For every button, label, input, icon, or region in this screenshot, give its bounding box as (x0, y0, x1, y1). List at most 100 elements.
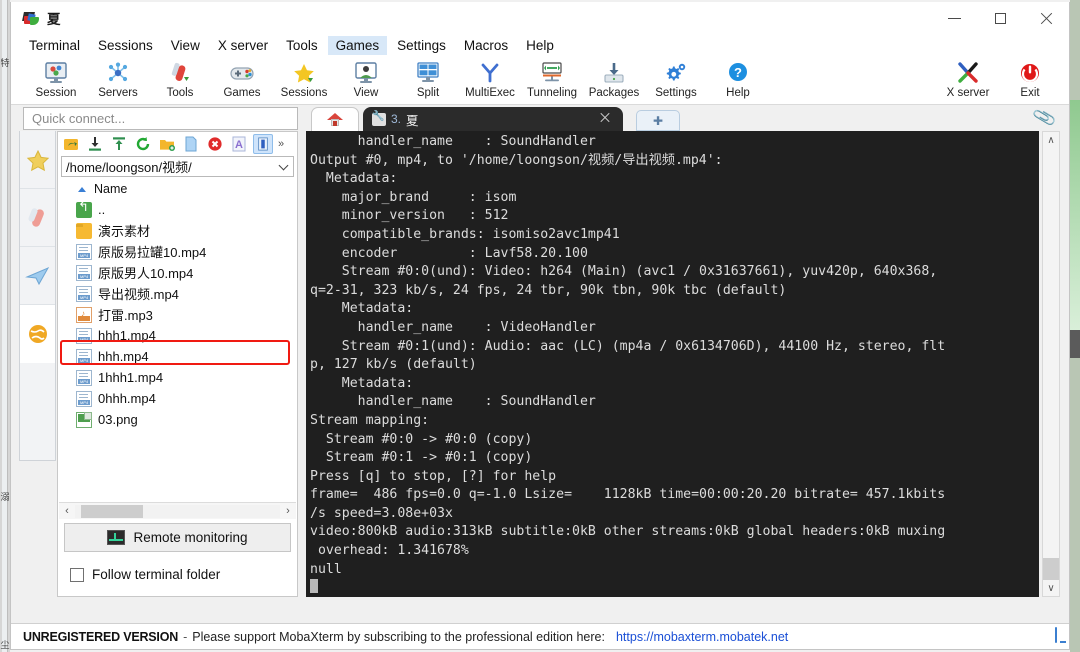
terminal-tab-active[interactable]: 3. 夏 (363, 107, 623, 131)
globe-icon (28, 325, 47, 343)
toolbar-label-view: View (353, 87, 379, 99)
new-folder-icon[interactable] (157, 134, 177, 154)
home-tab[interactable] (311, 107, 359, 131)
list-item[interactable]: ♪ 打雷.mp3 (70, 304, 297, 325)
upload-icon[interactable] (109, 134, 129, 154)
list-item[interactable]: MP4 0hhh.mp4 (70, 388, 297, 409)
file-browser-column-header[interactable]: Name (58, 179, 297, 199)
maximize-button[interactable] (977, 2, 1023, 34)
file-name: hhh.mp4 (98, 349, 149, 364)
terminal-text: handler_name : SoundHandler Output #0, m… (310, 134, 946, 577)
refresh-icon[interactable] (133, 134, 153, 154)
toolbar-button-settings[interactable]: Settings (645, 57, 707, 99)
desktop-right-dark-band (1070, 330, 1080, 358)
monitor-icon[interactable] (1055, 627, 1057, 643)
tab-close-icon[interactable] (599, 112, 611, 124)
paperclip-icon[interactable]: 📎 (1031, 105, 1057, 131)
scroll-right-button[interactable]: › (280, 505, 296, 517)
left-rail (19, 131, 56, 461)
scroll-thumb[interactable] (81, 504, 143, 518)
terminal-scrollbar[interactable]: ∧ ∨ (1042, 131, 1060, 597)
delete-icon[interactable] (205, 134, 225, 154)
list-item[interactable]: 演示素材 (70, 220, 297, 241)
tools-icon (168, 60, 192, 86)
file-browser-more-button[interactable]: » (278, 138, 284, 150)
desktop-right-gradient (1070, 100, 1080, 330)
toolbar-label-games: Games (223, 87, 261, 99)
menu-item-games[interactable]: Games (327, 36, 388, 55)
mp4-file-icon: MP4 (76, 285, 92, 302)
new-file-icon[interactable] (181, 134, 201, 154)
tunneling-icon (540, 60, 564, 86)
toolbar-button-exit[interactable]: Exit (999, 57, 1061, 99)
list-item[interactable]: MP4 hhh1.mp4 (70, 325, 297, 346)
rail-item-globe[interactable] (20, 305, 55, 363)
minimize-icon (947, 17, 961, 19)
rail-item-sessions[interactable] (20, 131, 55, 189)
menu-item-x-server[interactable]: X server (210, 36, 276, 55)
remote-monitoring-icon (107, 530, 126, 545)
close-button[interactable] (1023, 2, 1069, 34)
list-item-selected[interactable]: MP4 导出视频.mp4 (70, 283, 297, 304)
star-icon (292, 60, 316, 86)
column-header-name: Name (94, 182, 128, 196)
list-item[interactable]: .. (70, 199, 297, 220)
title-bar: 夏 (11, 2, 1069, 34)
follow-terminal-folder-row[interactable]: Follow terminal folder (70, 567, 220, 582)
toolbar-button-multiexec[interactable]: MultiExec (459, 57, 521, 99)
rail-item-macros[interactable] (20, 247, 55, 305)
new-tab-button[interactable]: ✚ (636, 110, 680, 131)
toolbar-button-help[interactable]: ? Help (707, 57, 769, 99)
download-icon[interactable] (85, 134, 105, 154)
file-browser-list[interactable]: .. 演示素材 MP4 原版易拉罐10.mp4 MP4 原版男人10.mp4 (58, 199, 297, 499)
rail-item-tools[interactable] (20, 189, 55, 247)
toolbar-button-x-server[interactable]: X server (937, 57, 999, 99)
terminal-output[interactable]: handler_name : SoundHandler Output #0, m… (306, 131, 1039, 597)
file-browser-path-dropdown[interactable]: /home/loongson/视频/ (61, 156, 294, 177)
minimize-button[interactable] (931, 2, 977, 34)
scroll-up-button[interactable]: ∧ (1043, 132, 1059, 148)
follow-terminal-folder-checkbox[interactable] (70, 567, 84, 582)
scroll-down-button[interactable]: ∨ (1043, 580, 1059, 596)
toolbar-button-tools[interactable]: Tools (149, 57, 211, 99)
file-browser-horizontal-scrollbar[interactable]: ‹ › (59, 502, 296, 519)
menu-item-sessions[interactable]: Sessions (90, 36, 161, 55)
menu-item-help[interactable]: Help (518, 36, 562, 55)
list-item[interactable]: 03.png (70, 409, 297, 430)
toolbar-button-packages[interactable]: Packages (583, 57, 645, 99)
menu-item-macros[interactable]: Macros (456, 36, 516, 55)
mobaxterm-link[interactable]: https://mobaxterm.mobatek.net (616, 630, 788, 644)
scroll-thumb[interactable] (1043, 558, 1059, 580)
toolbar-button-split[interactable]: Split (397, 57, 459, 99)
menu-item-tools[interactable]: Tools (278, 36, 326, 55)
menu-item-terminal[interactable]: Terminal (21, 36, 88, 55)
remote-monitoring-button[interactable]: Remote monitoring (64, 523, 291, 552)
scroll-left-button[interactable]: ‹ (59, 505, 75, 517)
toolbar-button-servers[interactable]: Servers (87, 57, 149, 99)
text-mode-icon[interactable]: A (229, 134, 249, 154)
file-browser-panel: A » /home/loongson/视频/ Name ↰ .. 演示素材 MP… (57, 131, 298, 597)
toolbar-button-session[interactable]: Session (25, 57, 87, 99)
menu-item-view[interactable]: View (163, 36, 208, 55)
list-item[interactable]: MP4 原版男人10.mp4 (70, 262, 297, 283)
toolbar-button-view[interactable]: View (335, 57, 397, 99)
list-item[interactable]: MP4 1hhh1.mp4 (70, 367, 297, 388)
toolbar-label-sessions: Sessions (280, 87, 328, 99)
list-item[interactable]: MP4 hhh.mp4 (70, 346, 297, 367)
toolbar-button-sessions[interactable]: Sessions (273, 57, 335, 99)
status-bar: UNREGISTERED VERSION - Please support Mo… (11, 623, 1069, 649)
toolbar-button-games[interactable]: Games (211, 57, 273, 99)
list-item[interactable]: MP4 原版易拉罐10.mp4 (70, 241, 297, 262)
binary-mode-icon[interactable] (253, 134, 273, 154)
go-up-icon[interactable] (61, 134, 81, 154)
quick-connect-input[interactable]: Quick connect... (23, 107, 298, 130)
toolbar-label-multiexec: MultiExec (465, 87, 515, 99)
menu-item-settings[interactable]: Settings (389, 36, 454, 55)
file-browser-toolbar: A » (58, 132, 297, 156)
split-icon (416, 60, 440, 86)
gear-icon (664, 60, 688, 86)
menu-bar: Terminal Sessions View X server Tools Ga… (11, 34, 1069, 57)
scroll-track[interactable] (75, 504, 280, 518)
toolbar-button-tunneling[interactable]: Tunneling (521, 57, 583, 99)
mp4-file-icon: MP4 (76, 264, 92, 281)
